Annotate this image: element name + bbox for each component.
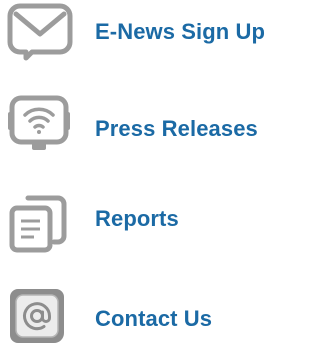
wifi-broadcast-icon[interactable] bbox=[6, 92, 78, 156]
at-sign-icon[interactable] bbox=[6, 283, 78, 347]
documents-icon[interactable] bbox=[6, 192, 78, 256]
nav-item-contact-us[interactable]: Contact Us bbox=[6, 283, 324, 347]
envelope-icon[interactable] bbox=[6, 2, 78, 66]
nav-item-reports[interactable]: Reports bbox=[6, 192, 324, 256]
nav-item-enews-signup[interactable]: E-News Sign Up bbox=[6, 2, 324, 66]
nav-item-press-label[interactable]: Press Releases bbox=[95, 116, 258, 142]
nav-item-press-releases[interactable]: Press Releases bbox=[6, 92, 324, 156]
quick-links-list: E-News Sign Up Press Releases Reports Co… bbox=[0, 0, 325, 352]
nav-item-enews-label[interactable]: E-News Sign Up bbox=[95, 19, 265, 45]
nav-item-reports-label[interactable]: Reports bbox=[95, 206, 179, 232]
nav-item-contact-label[interactable]: Contact Us bbox=[95, 306, 212, 332]
